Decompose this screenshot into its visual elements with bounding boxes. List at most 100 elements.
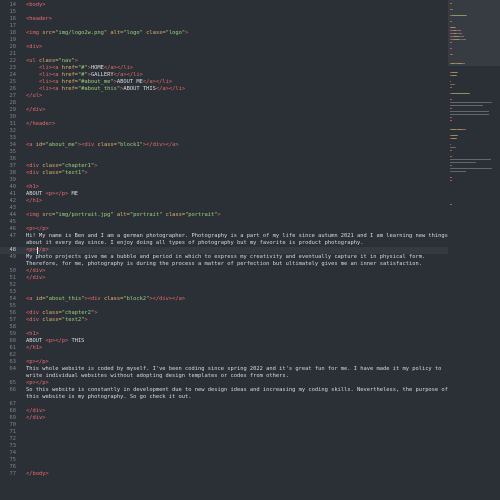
code-token-plain: ABOUT <box>26 191 46 197</box>
code-token-plain: this website is my photography. So go ch… <box>26 394 192 400</box>
code-token-plain: THIS <box>68 338 85 344</box>
code-line[interactable]: 70 <box>0 422 448 429</box>
line-number: 32 <box>9 128 17 134</box>
code-line[interactable]: 61 </h1> <box>0 345 448 352</box>
code-line[interactable]: this website is my photography. So go ch… <box>0 394 448 401</box>
code-line[interactable]: 24 <li><a href="#">GALLERY</a></li> <box>0 72 448 79</box>
code-line[interactable]: 51 </div> <box>0 275 448 282</box>
code-line-text: <div class="chapter2"> <box>26 310 97 317</box>
code-line[interactable]: 50 </div> <box>0 268 448 275</box>
line-number: 40 <box>9 184 17 190</box>
code-line[interactable]: 58 <box>0 324 448 331</box>
line-number: 41 <box>9 191 17 197</box>
code-line[interactable]: 29 </div> <box>0 107 448 114</box>
code-line[interactable]: 23 <li><a href="#">HOME</a></li> <box>0 65 448 72</box>
code-line[interactable]: 76 <box>0 464 448 471</box>
code-line[interactable]: 52 <box>0 282 448 289</box>
code-token-tag: ></div></a> <box>142 142 179 148</box>
code-line[interactable]: 16 <header> <box>0 16 448 23</box>
code-token-tag: <p></p> <box>45 191 69 197</box>
line-number: 75 <box>9 457 17 463</box>
code-line[interactable]: 48<p></p> <box>0 247 448 254</box>
code-area[interactable]: 14 <body> 15 16 <header> 17 18 <img src="img/lo… <box>0 0 448 500</box>
code-line[interactable]: 33 <box>0 135 448 142</box>
code-line[interactable]: 67 <box>0 401 448 408</box>
code-line[interactable]: 18 <img src="img/logo2w.png" alt="logo" c… <box>0 30 448 37</box>
code-token-tag: > <box>84 317 88 323</box>
code-token-attr: class= <box>103 296 124 302</box>
code-line[interactable]: 37 <div class="chapter1"> <box>0 163 448 170</box>
code-line[interactable]: 39 <box>0 177 448 184</box>
code-line-text: <p></p> <box>26 359 49 366</box>
code-line[interactable]: 31 </header> <box>0 121 448 128</box>
code-line[interactable]: 32 <box>0 128 448 135</box>
code-line[interactable]: 36 <box>0 156 448 163</box>
code-line[interactable]: 20 <div> <box>0 44 448 51</box>
code-line[interactable]: 72 <box>0 436 448 443</box>
code-line[interactable]: 66 So this website is constantly in devel… <box>0 387 448 394</box>
code-token-tag: <div> <box>26 44 43 50</box>
code-line[interactable]: 42 </h1> <box>0 198 448 205</box>
code-line[interactable]: 65 <p></p> <box>0 380 448 387</box>
code-line[interactable]: 38 <div class="text1"> <box>0 170 448 177</box>
code-line[interactable]: 45 <box>0 219 448 226</box>
code-line[interactable]: 73 <box>0 443 448 450</box>
minimap[interactable] <box>448 0 500 500</box>
code-line[interactable]: about it every day since. I enjoy doing … <box>0 240 448 247</box>
code-line[interactable]: write individual websites without adopti… <box>0 373 448 380</box>
code-line[interactable]: 44 <img src="img/portrait.jpg" alt="portr… <box>0 212 448 219</box>
code-token-tag: <li><a <box>38 79 62 85</box>
code-token-attr: href= <box>61 79 78 85</box>
code-line[interactable]: 43 <box>0 205 448 212</box>
code-line[interactable]: 40 <h1> <box>0 184 448 191</box>
minimap-line <box>450 117 452 118</box>
code-line[interactable]: 15 <box>0 9 448 16</box>
code-line[interactable]: 55 <box>0 303 448 310</box>
code-line[interactable]: 63 <p></p> <box>0 359 448 366</box>
code-line[interactable]: 25 <li><a href="#about_me">ABOUT ME</a><… <box>0 79 448 86</box>
code-line[interactable]: 60 ABOUT <p></p> THIS <box>0 338 448 345</box>
code-line[interactable]: 41 ABOUT <p></p> ME <box>0 191 448 198</box>
code-line[interactable]: 19 <box>0 37 448 44</box>
code-line[interactable]: 34 <a id="about_me"><div class="block1"><… <box>0 142 448 149</box>
code-line[interactable]: 49 My photo projects give me a bubble and… <box>0 254 448 261</box>
code-line[interactable]: 74 <box>0 450 448 457</box>
code-line[interactable]: 28 <box>0 100 448 107</box>
code-line[interactable]: Therefore, for me, photography is during… <box>0 261 448 268</box>
code-line[interactable]: 75 <box>0 457 448 464</box>
code-line[interactable]: 26 <li><a href="#about_this">ABOUT THIS<… <box>0 86 448 93</box>
code-line[interactable]: 14 <body> <box>0 2 448 9</box>
code-line[interactable]: 62 <box>0 352 448 359</box>
code-token-attr: class= <box>142 30 166 36</box>
code-line[interactable]: 47 Hi! My name is Ben and I am a german p… <box>0 233 448 240</box>
code-line-text: <a id="about_this"><div class="block2"><… <box>26 296 185 303</box>
code-line[interactable]: 27 </ul> <box>0 93 448 100</box>
code-line[interactable]: 35 <box>0 149 448 156</box>
code-line[interactable]: 77 </body> <box>0 471 448 478</box>
code-line[interactable]: 64 This whole website is coded by myself.… <box>0 366 448 373</box>
code-line[interactable]: 46 <p></p> <box>0 226 448 233</box>
code-line[interactable]: 17 <box>0 23 448 30</box>
minimap-line <box>457 30 461 31</box>
code-line[interactable]: 21 <box>0 51 448 58</box>
code-line[interactable]: 54 <a id="about_this"><div class="block2"… <box>0 296 448 303</box>
code-token-tag: <p></p> <box>26 226 49 232</box>
code-line[interactable]: 57 <div class="text2"> <box>0 317 448 324</box>
minimap-line <box>454 84 456 85</box>
code-line[interactable]: 59 <h1> <box>0 331 448 338</box>
code-editor[interactable]: 14 <body> 15 16 <header> 17 18 <img src="img/lo… <box>0 0 500 500</box>
code-line[interactable]: 53 <box>0 289 448 296</box>
code-line-text: ABOUT <p></p> ME <box>26 191 78 198</box>
line-number: 39 <box>9 177 17 183</box>
code-token-tag: <ul <box>26 58 39 64</box>
code-line[interactable]: 56 <div class="chapter2"> <box>0 310 448 317</box>
line-number: 33 <box>9 135 17 141</box>
code-line[interactable]: 68 </div> <box>0 408 448 415</box>
code-token-tag: <header> <box>26 16 52 22</box>
code-line[interactable]: 30 <box>0 114 448 121</box>
code-line[interactable]: 22 <ul class="nav"> <box>0 58 448 65</box>
minimap-line <box>450 108 453 109</box>
code-line[interactable]: 71 <box>0 429 448 436</box>
code-line[interactable]: 69 </div> <box>0 415 448 422</box>
